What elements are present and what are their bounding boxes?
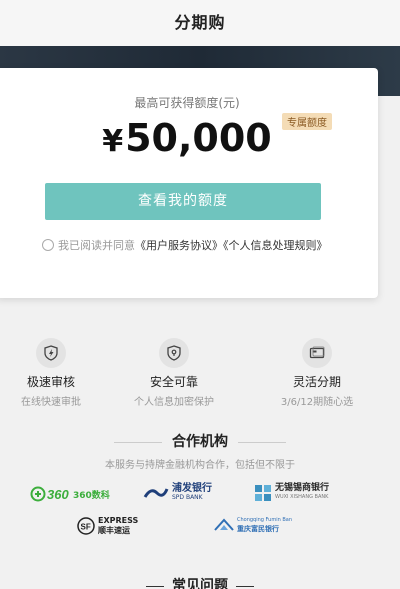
exclusive-limit-badge: 专属额度 (282, 113, 332, 130)
partner-subname: SPD BANK (172, 494, 203, 501)
partners-subtitle: 本服务与持牌金融机构合作，包括但不限于 (105, 460, 295, 471)
currency-symbol: ¥ (102, 124, 124, 159)
privacy-rules-link[interactable]: 《个人信息处理规则》 (223, 239, 328, 252)
feature-title: 安全可靠 (149, 375, 198, 389)
wuxi-bank-logo-icon (255, 485, 271, 501)
agreement-row: 我已阅读并同意《用户服务协议》《个人信息处理规则》 (0, 237, 340, 255)
partner-subname: WUXI XISHANG BANK (275, 494, 329, 500)
partner-subname: EXPRESS (98, 516, 139, 525)
header: 分期购 (0, 0, 400, 46)
partner-text: 浦发银行 SPD BANK (172, 484, 212, 502)
partners-heading: 合作机构 (0, 431, 400, 451)
feature-subtitle: 个人信息加密保护 (134, 397, 214, 408)
faq-heading: 常见问题 (0, 575, 400, 589)
feature-row: 极速审核 在线快速审批 安全可靠 个人信息加密保护 灵活分期 3/6/12期随心… (0, 338, 400, 408)
page-title: 分期购 (174, 13, 226, 32)
partner-text: EXPRESS 顺丰速运 (98, 516, 138, 536)
feature-flexible: 灵活分期 3/6/12期随心选 (250, 338, 384, 408)
limit-label: 最高可获得额度(元) (134, 96, 240, 110)
partner-name: 顺丰速运 (98, 526, 130, 535)
partner-name: 360数科 (73, 490, 110, 501)
partners-title: 合作机构 (172, 434, 228, 450)
amount-value: 50,000 (125, 116, 272, 160)
feature-subtitle: 在线快速审批 (21, 397, 81, 408)
feature-title: 极速审核 (26, 375, 75, 389)
user-agreement-link[interactable]: 《用户服务协议》 (135, 239, 223, 252)
divider (236, 585, 254, 587)
partner-name: 无锡锡商银行 (275, 483, 330, 493)
lock-shield-icon (159, 338, 189, 368)
faq-title: 常见问题 (172, 578, 228, 589)
partner-sf-express: SF EXPRESS 顺丰速运 (77, 516, 138, 536)
spd-bank-logo-icon (143, 488, 169, 498)
partner-fumin-bank: Chongqing Fumin Ban 重庆富民银行 (214, 516, 292, 534)
fumin-bank-logo-icon (214, 518, 234, 531)
card-icon (302, 338, 332, 368)
partner-360: 360 360数科 (30, 486, 110, 502)
feature-subtitle: 3/6/12期随心选 (280, 397, 354, 408)
feature-fast-review: 极速审核 在线快速审批 (0, 338, 118, 408)
divider (114, 441, 162, 443)
view-limit-button[interactable]: 查看我的额度 (45, 183, 321, 220)
svg-text:360: 360 (47, 487, 69, 502)
divider (238, 441, 286, 443)
partner-name: 重庆富民银行 (237, 525, 279, 533)
partner-wuxi-bank: 无锡锡商银行 WUXI XISHANG BANK (254, 484, 329, 502)
svg-text:SF: SF (81, 523, 91, 532)
divider (146, 585, 164, 587)
partner-text: 无锡锡商银行 WUXI XISHANG BANK (275, 484, 329, 502)
agree-prefix: 我已阅读并同意 (58, 239, 135, 252)
partner-text: Chongqing Fumin Ban 重庆富民银行 (237, 516, 292, 534)
feature-safe: 安全可靠 个人信息加密保护 (107, 338, 241, 408)
feature-title: 灵活分期 (292, 375, 341, 389)
lightning-shield-icon (36, 338, 66, 368)
partner-subname: Chongqing Fumin Ban (237, 517, 293, 523)
partner-name: 浦发银行 (172, 483, 212, 494)
sf-express-logo-icon: SF (77, 517, 95, 535)
partner-spd-bank: 浦发银行 SPD BANK (143, 484, 212, 502)
agree-radio[interactable] (42, 239, 54, 251)
credit-limit-card: 最高可获得额度(元) ¥50,000 专属额度 查看我的额度 我已阅读并同意《用… (0, 68, 378, 298)
